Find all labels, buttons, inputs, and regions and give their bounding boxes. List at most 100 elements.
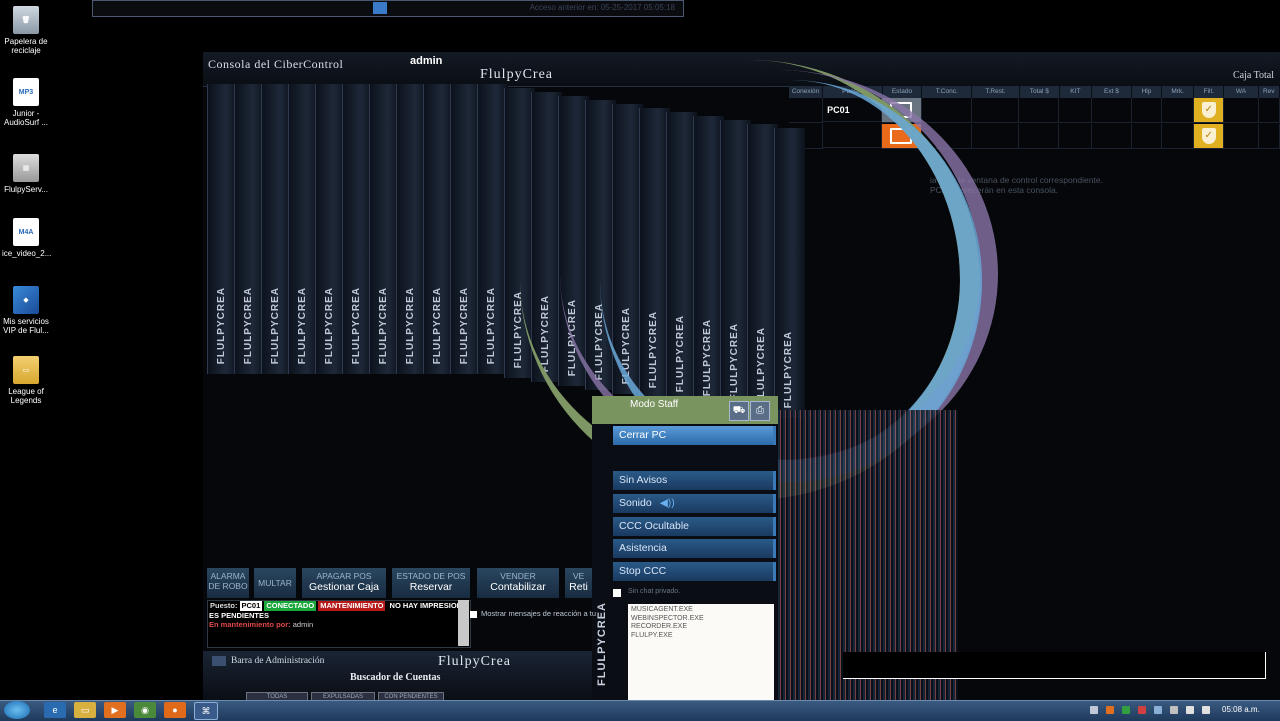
list-item[interactable]: MUSICAGENT.EXE — [631, 606, 771, 615]
panel-side-brand: FLULPYCREA — [596, 602, 608, 686]
reservar-button[interactable]: ESTADO DE POS Reservar — [392, 568, 470, 598]
stop-ccc-button[interactable]: Stop CCC — [613, 562, 776, 581]
desktop-icon-vip-services[interactable]: ◆ Mis servicios VIP de Flul... — [2, 286, 50, 335]
sonido-label: Sonido — [619, 497, 652, 509]
recorder-icon[interactable]: ● — [164, 702, 186, 718]
tray-icon[interactable] — [1170, 706, 1178, 714]
console-brand: FlulpyCrea — [480, 67, 553, 82]
explorer-icon[interactable]: ▭ — [74, 702, 96, 718]
reaction-messages-checkbox[interactable] — [470, 611, 477, 618]
shield-check-icon: ✓ — [1201, 102, 1216, 118]
clock[interactable]: 05:08 a.m. — [1222, 705, 1260, 714]
desktop-icon-label: Mis servicios VIP de Flul... — [3, 317, 49, 335]
console-title: Consola del CiberControl — [208, 57, 344, 71]
col-estado[interactable]: Estado — [883, 86, 923, 98]
gestionar-caja-button[interactable]: APAGAR POS Gestionar Caja — [302, 568, 386, 598]
private-chat-label: Sin chat privado. — [628, 588, 681, 595]
tray-icon[interactable] — [1122, 706, 1130, 714]
col-mrk[interactable]: Mrk. — [1162, 86, 1195, 98]
tray-icon[interactable] — [1154, 706, 1162, 714]
desktop-icon-recycle-bin[interactable]: 🗑 Papelera de reciclaje — [2, 6, 50, 55]
trail-card-brand: FLULPYCREA — [432, 286, 443, 364]
maintenance-user: admin — [292, 620, 314, 629]
col-trest[interactable]: T.Rest. — [972, 86, 1020, 98]
folder-icon: ▭ — [13, 356, 39, 384]
start-button[interactable] — [4, 701, 30, 719]
pc-name: PC01 — [239, 601, 263, 611]
console-user: admin — [410, 55, 443, 67]
desktop-icon-label: League of Legends — [8, 387, 44, 405]
media-player-icon[interactable]: ▶ — [104, 702, 126, 718]
contabilizar-button[interactable]: VENDER Contabilizar — [477, 568, 559, 598]
col-tconc[interactable]: T.Conc. — [922, 86, 973, 98]
trail-card-brand: FLULPYCREA — [378, 286, 389, 364]
private-chat-checkbox[interactable] — [613, 589, 621, 597]
trail-card-brand: FLULPYCREA — [324, 286, 335, 364]
col-wa[interactable]: WA — [1224, 86, 1259, 98]
tray-icon[interactable] — [1138, 706, 1146, 714]
cart-icon[interactable]: ⛟ — [729, 401, 749, 421]
admin-bar-title: Barra de Administración — [231, 656, 325, 666]
modo-staff-label[interactable]: Modo Staff — [630, 399, 678, 410]
print-icon[interactable]: ⎙ — [750, 401, 770, 421]
trail-card-brand: FLULPYCREA — [243, 286, 254, 364]
pending-text: ES PENDIENTES — [209, 611, 270, 620]
cerrar-pc-button[interactable]: Cerrar PC — [613, 426, 776, 445]
col-rev[interactable]: Rev — [1259, 86, 1280, 98]
desktop-icon-label: FlulpyServ... — [4, 185, 48, 194]
m4a-file-icon: M4A — [13, 218, 39, 246]
list-item[interactable]: WEBINSPECTOR.EXE — [631, 615, 771, 624]
admin-bar-brand: FlulpyCrea — [438, 654, 511, 669]
col-hlp[interactable]: Hlp — [1132, 86, 1163, 98]
desktop-icon-audiosurf[interactable]: MP3 Junior - AudioSurf ... — [2, 78, 50, 127]
tray-icon[interactable] — [1090, 706, 1098, 714]
list-item[interactable]: FLULPY.EXE — [631, 632, 771, 641]
list-item[interactable]: RECORDER.EXE — [631, 623, 771, 632]
status-scrollbar[interactable] — [458, 600, 469, 646]
sin-avisos-button[interactable]: Sin Avisos — [613, 471, 776, 490]
volume-icon[interactable] — [1202, 706, 1210, 714]
col-filt[interactable]: Filt. — [1194, 86, 1225, 98]
desktop-icon-label: Papelera de reciclaje — [4, 37, 48, 55]
filter-cell[interactable]: ✓ — [1194, 98, 1225, 123]
previous-access-text: Acceso anterior en: 05-25-2017 05:05:18 — [529, 3, 675, 12]
trail-card-brand: FLULPYCREA — [297, 286, 308, 364]
col-total[interactable]: Total $ — [1020, 86, 1060, 98]
caja-total-label[interactable]: Caja Total — [1233, 70, 1274, 81]
maintenance-badge: MANTENIMIENTO — [318, 601, 386, 611]
shield-check-icon: ✓ — [1201, 128, 1216, 144]
no-print-badge: NO HAY IMPRESION — [389, 601, 463, 610]
desktop-icon-label: Junior - AudioSurf ... — [3, 109, 49, 127]
connected-badge: CONECTADO — [264, 601, 317, 611]
filter-cell[interactable]: ✓ — [1194, 124, 1225, 149]
multar-button[interactable]: MULTAR — [254, 568, 296, 598]
ccc-app-icon[interactable]: ⌘ — [194, 702, 218, 720]
console-scroll-area — [843, 652, 1266, 679]
col-ext[interactable]: Ext $ — [1092, 86, 1132, 98]
desktop-icon-ice-video[interactable]: M4A ice_video_2... — [2, 218, 52, 258]
network-icon[interactable] — [1186, 706, 1194, 714]
process-list[interactable]: MUSICAGENT.EXE WEBINSPECTOR.EXE RECORDER… — [628, 604, 774, 700]
asistencia-button[interactable]: Asistencia — [613, 539, 776, 558]
desktop-icon-league[interactable]: ▭ League of Legends — [2, 356, 50, 405]
trail-card-brand: FLULPYCREA — [459, 286, 470, 364]
retirar-button[interactable]: VE Reti — [565, 568, 592, 598]
chrome-icon[interactable]: ◉ — [134, 702, 156, 718]
trail-card-brand: FLULPYCREA — [351, 286, 362, 364]
maintenance-by-label: En mantenimiento por: — [209, 620, 291, 629]
desktop-icon-flulpyserv[interactable]: ▦ FlulpyServ... — [2, 154, 50, 194]
speaker-icon: ◀)) — [659, 497, 675, 509]
alarma-robo-button[interactable]: ALARMA DE ROBO — [207, 568, 249, 598]
vip-services-icon: ◆ — [13, 286, 39, 314]
account-search-title: Buscador de Cuentas — [350, 672, 441, 683]
col-kit[interactable]: KIT — [1060, 86, 1092, 98]
ccc-ocultable-button[interactable]: CCC Ocultable — [613, 517, 776, 536]
admin-bar-icon — [212, 656, 226, 666]
reaction-messages-label: Mostrar mensajes de reacción a tu — [481, 609, 597, 618]
ie-icon[interactable]: e — [44, 702, 66, 718]
tray-icon[interactable] — [1106, 706, 1114, 714]
app-icon[interactable] — [373, 2, 387, 14]
desktop-icon-label: ice_video_2... — [2, 249, 52, 258]
sonido-button[interactable]: Sonido ◀)) — [613, 494, 776, 513]
recycle-bin-icon: 🗑 — [13, 6, 39, 34]
